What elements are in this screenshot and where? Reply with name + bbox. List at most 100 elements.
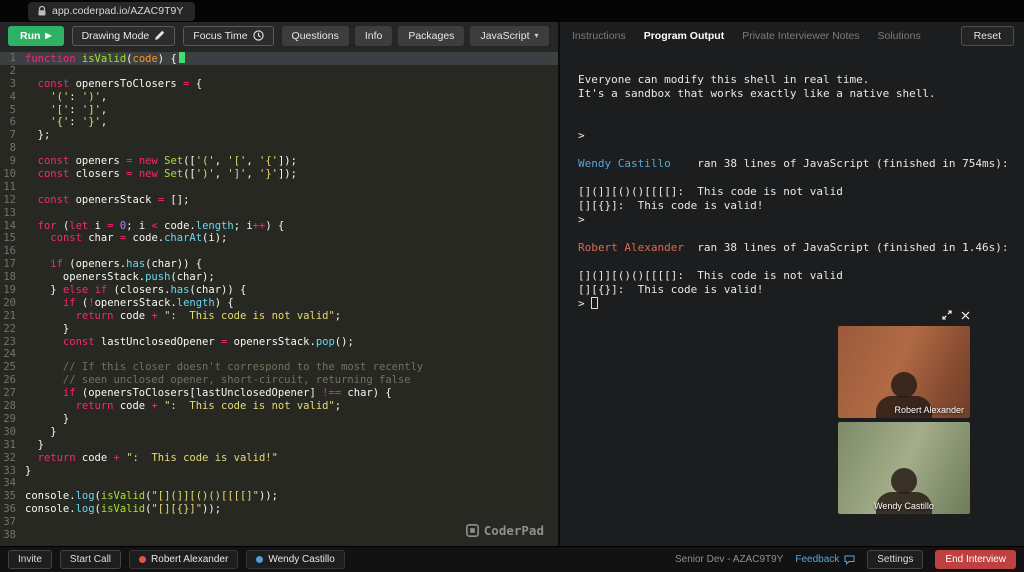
console-line: [][{}]: This code is valid! — [578, 199, 764, 212]
tab-instructions[interactable]: Instructions — [572, 30, 626, 42]
line-number: 22 — [3, 322, 16, 335]
code-line[interactable]: 11 — [0, 181, 558, 194]
drawing-mode-label: Drawing Mode — [81, 29, 150, 42]
code-lines: 1 function isValid(code) {2 3 const opener… — [0, 52, 558, 542]
reset-button[interactable]: Reset — [960, 25, 1014, 46]
line-number: 35 — [3, 490, 16, 503]
participant-name: Robert Alexander — [151, 554, 229, 565]
clock-icon — [252, 30, 264, 41]
line-number: 11 — [3, 180, 16, 193]
tab-program-output[interactable]: Program Output — [644, 30, 725, 42]
line-number: 8 — [9, 142, 16, 155]
code-line[interactable]: 7 }; — [0, 129, 558, 142]
tab-private-interviewer-notes[interactable]: Private Interviewer Notes — [742, 30, 859, 42]
console-line: Robert Alexander ran 38 lines of JavaScr… — [578, 241, 1009, 254]
code-line[interactable]: 3 const openersToClosers = { — [0, 78, 558, 91]
coderpad-logo: CoderPad — [465, 523, 544, 538]
code-line[interactable]: 18 openersStack.push(char); — [0, 271, 558, 284]
participant-name: Wendy Castillo — [268, 554, 335, 565]
feedback-link[interactable]: Feedback — [795, 554, 855, 565]
code-line[interactable]: 13 — [0, 207, 558, 220]
line-number: 26 — [3, 374, 16, 387]
code-line[interactable]: 1 function isValid(code) { — [0, 52, 558, 65]
run-button[interactable]: Run ▶ — [8, 25, 64, 46]
tab-solutions[interactable]: Solutions — [878, 30, 921, 42]
code-line[interactable]: 25 // If this closer doesn't correspond … — [0, 361, 558, 374]
expand-icon[interactable] — [942, 310, 952, 320]
editor-toolbar-right: Questions Info Packages JavaScript ▾ — [281, 25, 549, 46]
video-panel: Robert Alexander Wendy Castillo — [838, 308, 970, 514]
line-number: 30 — [3, 425, 16, 438]
line-number: 29 — [3, 412, 16, 425]
video-tile[interactable]: Robert Alexander — [838, 326, 970, 418]
participant-chip[interactable]: Wendy Castillo — [246, 550, 345, 569]
line-number: 24 — [3, 348, 16, 361]
code-line[interactable]: 9 const openers = new Set(['(', '[', '{'… — [0, 155, 558, 168]
code-line[interactable]: 2 — [0, 65, 558, 78]
participant-chip[interactable]: Robert Alexander — [129, 550, 239, 569]
line-number: 17 — [3, 258, 16, 271]
end-interview-button[interactable]: End Interview — [935, 550, 1016, 569]
language-select[interactable]: JavaScript ▾ — [470, 25, 549, 46]
line-number: 19 — [3, 284, 16, 297]
code-line[interactable]: 4 '(': ')', — [0, 91, 558, 104]
line-number: 3 — [9, 77, 16, 90]
console-line: [](]][()()[[[[]: This code is not valid — [578, 269, 843, 282]
code-line[interactable]: 22 } — [0, 323, 558, 336]
code-line[interactable]: 36 console.log(isValid("[][{}]")); — [0, 503, 558, 516]
code-line[interactable]: 31 } — [0, 439, 558, 452]
code-editor[interactable]: 1 function isValid(code) {2 3 const opener… — [0, 49, 558, 546]
invite-button[interactable]: Invite — [8, 550, 52, 569]
code-line[interactable]: 19 } else if (closers.has(char)) { — [0, 284, 558, 297]
packages-button[interactable]: Packages — [398, 25, 465, 46]
output-tabs: Instructions Program Output Private Interv… — [572, 30, 921, 42]
code-line[interactable]: 27 if (openersToClosers[lastUnclosedOpen… — [0, 387, 558, 400]
console-line: [][{}]: This code is valid! — [578, 283, 764, 296]
coderpad-app: app.coderpad.io/AZAC9T9Y Run ▶ Drawing M… — [0, 0, 1024, 572]
footer-right: Senior Dev - AZAC9T9Y Feedback Settings … — [675, 550, 1016, 569]
close-icon[interactable] — [961, 311, 970, 320]
code-line[interactable]: 5 '[': ']', — [0, 104, 558, 117]
settings-button[interactable]: Settings — [867, 550, 924, 569]
code-line[interactable]: 29 } — [0, 413, 558, 426]
code-line[interactable]: 32 return code + ": This code is valid!" — [0, 452, 558, 465]
code-line[interactable]: 30 } — [0, 426, 558, 439]
code-line[interactable]: 8 — [0, 142, 558, 155]
code-line[interactable]: 16 — [0, 245, 558, 258]
code-line[interactable]: 6 '{': '}', — [0, 116, 558, 129]
video-tile[interactable]: Wendy Castillo — [838, 422, 970, 514]
code-line[interactable]: 12 const openersStack = []; — [0, 194, 558, 207]
console-line: Everyone can modify this shell in real t… — [578, 73, 870, 86]
line-number: 10 — [3, 168, 16, 181]
code-line[interactable]: 24 — [0, 348, 558, 361]
code-line[interactable]: 15 const char = code.charAt(i); — [0, 232, 558, 245]
code-line[interactable]: 10 const closers = new Set([')', ']', '}… — [0, 168, 558, 181]
start-call-button[interactable]: Start Call — [59, 550, 122, 569]
url-chip[interactable]: app.coderpad.io/AZAC9T9Y — [28, 1, 196, 21]
line-number: 28 — [3, 400, 16, 413]
code-line[interactable]: 21 return code + ": This code is not val… — [0, 310, 558, 323]
code-line[interactable]: 33} — [0, 465, 558, 478]
code-line[interactable]: 17 if (openers.has(char)) { — [0, 258, 558, 271]
code-line[interactable]: 26 // seen unclosed opener, short-circui… — [0, 374, 558, 387]
code-line[interactable]: 23 const lastUnclosedOpener = openersSta… — [0, 336, 558, 349]
focus-time-label: Focus Time — [193, 29, 248, 42]
drawing-mode-button[interactable]: Drawing Mode — [71, 25, 176, 46]
code-line[interactable]: 35 console.log(isValid("[](]][()()[[[[]")… — [0, 490, 558, 503]
code-line[interactable]: 14 for (let i = 0; i < code.length; i++)… — [0, 220, 558, 233]
presence-dot — [139, 556, 147, 563]
line-number: 15 — [3, 232, 16, 245]
line-number: 9 — [9, 155, 16, 168]
code-line[interactable]: 34 — [0, 477, 558, 490]
code-line[interactable]: 20 if (!openersStack.length) { — [0, 297, 558, 310]
video-panel-controls — [838, 308, 970, 322]
code-line[interactable]: 28 return code + ": This code is not val… — [0, 400, 558, 413]
questions-button[interactable]: Questions — [281, 25, 349, 46]
focus-time-button[interactable]: Focus Time — [183, 25, 274, 46]
info-button[interactable]: Info — [354, 25, 393, 46]
line-number: 27 — [3, 387, 16, 400]
line-number: 36 — [3, 503, 16, 516]
video-name-label: Wendy Castillo — [874, 501, 934, 511]
